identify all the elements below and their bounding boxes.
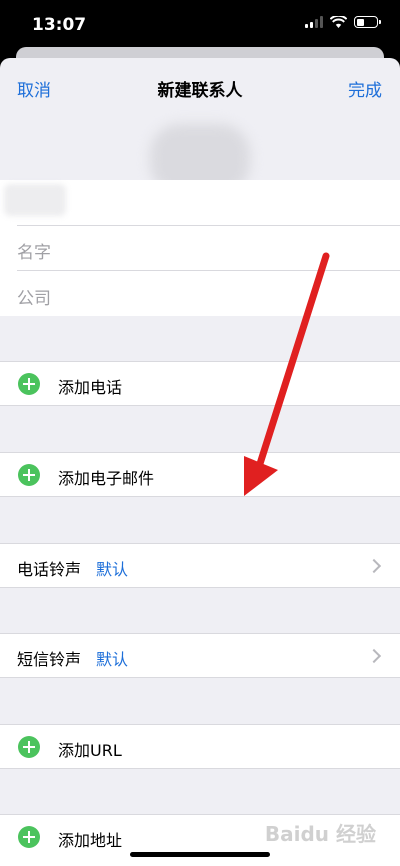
add-email-row[interactable]: 添加电子邮件 <box>0 452 400 497</box>
add-email-label: 添加电子邮件 <box>58 469 155 488</box>
home-indicator[interactable] <box>130 852 270 857</box>
ringtone-value: 默认 <box>96 560 129 579</box>
add-address-label: 添加地址 <box>58 831 123 850</box>
add-url-row[interactable]: 添加URL <box>0 724 400 769</box>
ringtone-label: 电话铃声 <box>17 560 82 579</box>
chevron-right-icon <box>366 648 382 664</box>
add-url-label: 添加URL <box>58 741 122 760</box>
nav-bar: 取消 新建联系人 完成 <box>0 58 400 116</box>
battery-icon <box>354 16 381 28</box>
divider <box>17 225 400 226</box>
cellular-signal-icon <box>305 16 323 28</box>
add-icon <box>18 373 40 395</box>
name-fields: 名字 公司 <box>0 180 400 316</box>
add-icon <box>18 826 40 848</box>
add-phone-label: 添加电话 <box>58 378 123 397</box>
add-icon <box>18 736 40 758</box>
status-bar: 13:07 <box>0 0 400 46</box>
first-name-field[interactable]: 名字 <box>17 238 51 263</box>
page-title: 新建联系人 <box>157 81 243 101</box>
last-name-field[interactable] <box>4 184 66 216</box>
ringtone-row[interactable]: 电话铃声 默认 <box>0 543 400 588</box>
chevron-right-icon <box>366 558 382 574</box>
company-field[interactable]: 公司 <box>17 284 51 309</box>
text-tone-row[interactable]: 短信铃声 默认 <box>0 633 400 678</box>
add-icon <box>18 464 40 486</box>
watermark: Baidu 经验 <box>264 822 376 846</box>
text-tone-value: 默认 <box>96 650 129 669</box>
add-phone-row[interactable]: 添加电话 <box>0 361 400 406</box>
wifi-icon <box>330 16 347 28</box>
status-icons <box>305 16 381 28</box>
status-time: 13:07 <box>32 15 87 35</box>
text-tone-label: 短信铃声 <box>17 650 82 669</box>
done-button[interactable]: 完成 <box>348 76 382 101</box>
divider <box>17 270 400 271</box>
